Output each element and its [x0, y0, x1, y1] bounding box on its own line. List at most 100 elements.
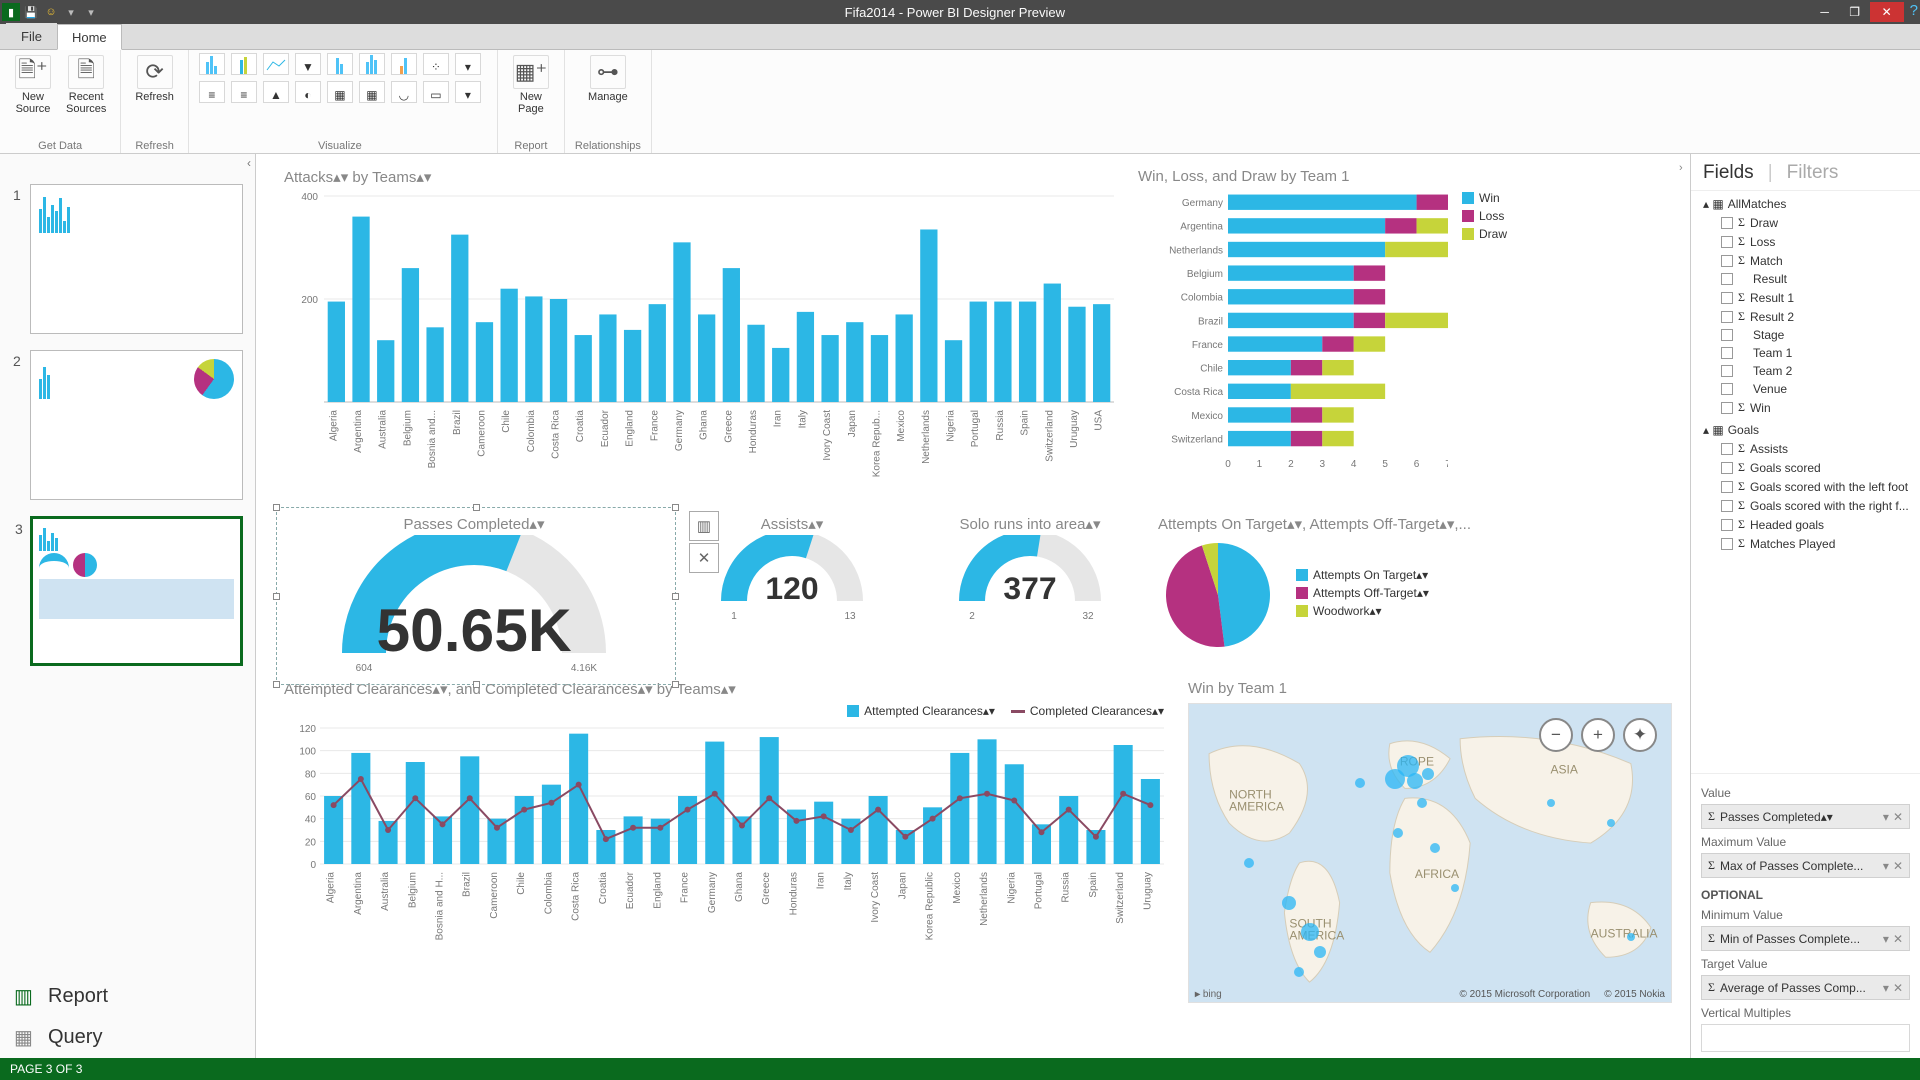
viz-hstack-icon[interactable]: ≡ [231, 81, 257, 103]
map-zoom-out-button[interactable]: − [1539, 718, 1573, 752]
map-compass-button[interactable]: ✦ [1623, 718, 1657, 752]
field-item[interactable]: ΣMatches Played [1691, 534, 1920, 553]
page-thumb-2[interactable]: 2 [30, 350, 243, 500]
viz-pie-icon[interactable]: ◐ [295, 81, 321, 103]
close-button[interactable]: ✕ [1870, 2, 1904, 22]
checkbox-icon[interactable] [1721, 462, 1733, 474]
well-value-item[interactable]: ΣPasses Completed▴▾▾✕ [1701, 804, 1910, 829]
help-icon[interactable]: ? [1910, 2, 1918, 22]
checkbox-icon[interactable] [1721, 329, 1733, 341]
table-allmatches[interactable]: ▴ ▦ AllMatches [1691, 191, 1920, 213]
viz-col2-icon[interactable] [359, 53, 385, 75]
viz-card-icon[interactable]: ▭ [423, 81, 449, 103]
map-zoom-in-button[interactable]: + [1581, 718, 1615, 752]
checkbox-icon[interactable] [1721, 365, 1733, 377]
field-item[interactable]: Venue [1691, 380, 1920, 398]
gauge-passes[interactable]: Passes Completed▴▾ 50.65K6044.16K [284, 515, 664, 678]
tab-file[interactable]: File [6, 23, 57, 49]
popout-icon[interactable]: ▥ [689, 511, 719, 541]
viz-area-icon[interactable]: ▲ [263, 81, 289, 103]
viz-matrix-icon[interactable]: ▦ [359, 81, 385, 103]
field-item[interactable]: ΣResult 2 [1691, 307, 1920, 326]
well-vmult-empty[interactable] [1701, 1024, 1910, 1052]
field-item[interactable]: ΣLoss [1691, 232, 1920, 251]
checkbox-icon[interactable] [1721, 311, 1733, 323]
checkbox-icon[interactable] [1721, 500, 1733, 512]
checkbox-icon[interactable] [1721, 519, 1733, 531]
recent-sources-button[interactable]: 🗎Recent Sources [62, 53, 110, 117]
collapse-panel-icon[interactable]: ‹ [247, 156, 251, 170]
svg-text:Italy: Italy [797, 410, 808, 428]
save-icon[interactable]: 💾 [22, 3, 40, 21]
checkbox-icon[interactable] [1721, 347, 1733, 359]
table-goals[interactable]: ▴ ▦ Goals [1691, 417, 1920, 439]
well-target-item[interactable]: ΣAverage of Passes Comp...▾✕ [1701, 975, 1910, 1000]
qat-more-icon[interactable]: ▾ [82, 3, 100, 21]
viz-scatter-icon[interactable]: ⁘ [423, 53, 449, 75]
field-item[interactable]: ΣResult 1 [1691, 288, 1920, 307]
tab-home[interactable]: Home [57, 24, 122, 50]
new-page-button[interactable]: ▦⁺New Page [508, 53, 554, 117]
expand-chevron-icon[interactable]: › [1679, 162, 1683, 174]
field-item[interactable]: ΣGoals scored [1691, 458, 1920, 477]
viz-gallery[interactable]: ▼ ⁘ ▾ ≡ ≡ ▲ ◐ ▦ ▦ ◡ ▭ ▾ [199, 53, 481, 103]
field-item[interactable]: ΣGoals scored with the left foot [1691, 477, 1920, 496]
chart-win-loss-draw[interactable]: Win, Loss, and Draw by Team 1 GermanyArg… [1138, 168, 1672, 505]
viz-gauge-icon[interactable]: ◡ [391, 81, 417, 103]
field-item[interactable]: ΣDraw [1691, 213, 1920, 232]
filters-tab[interactable]: Filters [1787, 162, 1839, 184]
gauge-solo[interactable]: Solo runs into area▴▾ 377232 [920, 515, 1140, 638]
well-min-item[interactable]: ΣMin of Passes Complete...▾✕ [1701, 926, 1910, 951]
page-thumb-3[interactable]: 3 [30, 516, 243, 666]
field-item[interactable]: Team 1 [1691, 344, 1920, 362]
field-item[interactable]: Result [1691, 270, 1920, 288]
refresh-button[interactable]: ⟳Refresh [131, 53, 178, 105]
checkbox-icon[interactable] [1721, 481, 1733, 493]
checkbox-icon[interactable] [1721, 538, 1733, 550]
checkbox-icon[interactable] [1721, 217, 1733, 229]
remove-field-icon[interactable]: ✕ [1893, 810, 1903, 824]
minimize-button[interactable]: ─ [1810, 2, 1840, 22]
report-canvas[interactable]: Attacks▴▾ by Teams▴▾ 400200AlgeriaArgent… [256, 154, 1690, 1058]
viz-line-icon[interactable] [263, 53, 289, 75]
viz-hbar-icon[interactable]: ≡ [199, 81, 225, 103]
checkbox-icon[interactable] [1721, 255, 1733, 267]
checkbox-icon[interactable] [1721, 383, 1733, 395]
checkbox-icon[interactable] [1721, 236, 1733, 248]
chart-map-wins[interactable]: Win by Team 1 NORTHAMERICA SOUTHAMERICA … [1188, 680, 1672, 1003]
checkbox-icon[interactable] [1721, 443, 1733, 455]
viz-more2-icon[interactable]: ▾ [455, 81, 481, 103]
remove-icon[interactable]: ✕ [689, 543, 719, 573]
field-item[interactable]: ΣHeaded goals [1691, 515, 1920, 534]
viz-bar-icon[interactable] [199, 53, 225, 75]
undo-icon[interactable]: ▾ [62, 3, 80, 21]
field-item[interactable]: ΣWin [1691, 398, 1920, 417]
viz-col1-icon[interactable] [327, 53, 353, 75]
manage-button[interactable]: ⊶Manage [575, 53, 641, 105]
chart-attempts-pie[interactable]: Attempts On Target▴▾, Attempts Off-Targe… [1158, 515, 1471, 655]
viz-table-icon[interactable]: ▦ [327, 81, 353, 103]
viz-col3-icon[interactable] [391, 53, 417, 75]
viz-funnel-icon[interactable]: ▼ [295, 53, 321, 75]
field-item[interactable]: ΣAssists [1691, 439, 1920, 458]
view-report[interactable]: ▥Report [0, 976, 255, 1017]
field-item[interactable]: ΣMatch [1691, 251, 1920, 270]
field-item[interactable]: Stage [1691, 326, 1920, 344]
smiley-icon[interactable]: ☺ [42, 3, 60, 21]
field-item[interactable]: ΣGoals scored with the right f... [1691, 496, 1920, 515]
chart-clearances[interactable]: Attempted Clearances▴▾, and Completed Cl… [284, 680, 1164, 1003]
page-thumb-1[interactable]: 1 [30, 184, 243, 334]
viz-stacked-icon[interactable] [231, 53, 257, 75]
fields-tab[interactable]: Fields [1703, 162, 1754, 184]
checkbox-icon[interactable] [1721, 402, 1733, 414]
checkbox-icon[interactable] [1721, 292, 1733, 304]
chart-attacks[interactable]: Attacks▴▾ by Teams▴▾ 400200AlgeriaArgent… [284, 168, 1114, 505]
well-max-item[interactable]: ΣMax of Passes Complete...▾✕ [1701, 853, 1910, 878]
viz-more1-icon[interactable]: ▾ [455, 53, 481, 75]
new-source-button[interactable]: 🗎⁺New Source [10, 53, 56, 117]
checkbox-icon[interactable] [1721, 273, 1733, 285]
field-item[interactable]: Team 2 [1691, 362, 1920, 380]
restore-button[interactable]: ❐ [1840, 2, 1870, 22]
view-query[interactable]: ▦Query [0, 1017, 255, 1058]
map-viewport[interactable]: NORTHAMERICA SOUTHAMERICA ROPE AFRICA AS… [1188, 703, 1672, 1003]
